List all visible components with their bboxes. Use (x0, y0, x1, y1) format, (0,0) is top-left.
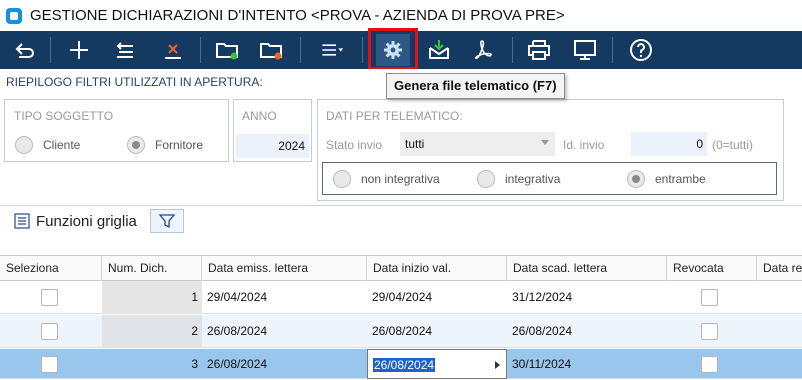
column-header-data-scad[interactable]: Data scad. lettera (507, 256, 667, 281)
anno-label: ANNO (242, 109, 277, 123)
grid-functions-bar: Funzioni griglia (0, 209, 137, 233)
cell-data-emiss: 29/04/2024 (207, 290, 268, 304)
row-revocata-checkbox[interactable] (701, 289, 718, 306)
row-select-checkbox[interactable] (41, 356, 58, 373)
delete-icon (165, 44, 181, 59)
list-icon (14, 213, 30, 229)
print-icon (528, 40, 550, 60)
column-header-data-emiss[interactable]: Data emiss. lettera (202, 256, 367, 281)
anno-group: ANNO 2024 (233, 99, 312, 162)
folder-remove-button[interactable] (254, 34, 288, 66)
tooltip: Genera file telematico (F7) (386, 73, 565, 99)
toolbar-separator (612, 37, 613, 63)
title-bar: GESTIONE DICHIARAZIONI D'INTENTO <PROVA … (0, 0, 802, 31)
menu-icon (322, 44, 344, 56)
tipo-soggetto-label: TIPO SOGGETTO (14, 109, 114, 123)
row-revocata-checkbox[interactable] (701, 323, 718, 340)
app-logo-icon (6, 7, 22, 24)
filter-icon (159, 214, 175, 229)
filter-toggle-button[interactable] (150, 209, 184, 233)
radio-non-integrativa[interactable] (333, 170, 351, 188)
filter-summary-title: RIEPILOGO FILTRI UTILIZZATI IN APERTURA: (6, 75, 263, 89)
cell-data-scad: 30/11/2024 (512, 357, 572, 371)
edit-icon (116, 42, 133, 58)
help-icon (630, 39, 652, 61)
anno-field[interactable]: 2024 (236, 134, 309, 158)
radio-integrativa-label: integrativa (505, 172, 561, 186)
radio-fornitore[interactable] (127, 136, 145, 154)
undo-icon (15, 43, 34, 58)
monitor-icon (574, 40, 596, 60)
print-button[interactable] (522, 34, 556, 66)
pdf-icon (474, 40, 492, 60)
monitor-button[interactable] (568, 34, 602, 66)
cell-num-dich: 3 (191, 357, 198, 371)
cell-data-inizio-value: 26/08/2024 (373, 358, 436, 372)
row-revocata-checkbox[interactable] (701, 356, 718, 373)
folder-orange-icon (260, 43, 282, 60)
help-button[interactable] (624, 34, 658, 66)
radio-integrativa[interactable] (477, 170, 495, 188)
folder-green-icon (216, 43, 238, 60)
add-icon (70, 41, 88, 59)
data-grid: Seleziona Num. Dich. Data emiss. lettera… (0, 255, 802, 379)
column-header-data-revoca[interactable]: Data re (757, 256, 802, 281)
cell-num-dich: 1 (102, 281, 202, 314)
toolbar-separator (362, 37, 363, 63)
cell-data-scad: 31/12/2024 (512, 290, 573, 304)
grid-functions-button[interactable]: Funzioni griglia (0, 209, 137, 233)
column-header-num-dich[interactable]: Num. Dich. (102, 256, 202, 281)
menu-button[interactable] (312, 34, 352, 66)
column-header-seleziona[interactable]: Seleziona (0, 256, 102, 281)
folder-new-button[interactable] (210, 34, 244, 66)
tipo-soggetto-group: TIPO SOGGETTO Cliente Fornitore (4, 99, 229, 162)
cell-data-inizio-editor[interactable]: 26/08/2024 (367, 349, 507, 379)
radio-non-integrativa-label: non integrativa (361, 172, 440, 186)
pdf-button[interactable] (466, 34, 500, 66)
chevron-right-icon[interactable] (495, 361, 500, 369)
cell-data-inizio: 29/04/2024 (372, 290, 433, 304)
table-row-selected[interactable]: 3 26/08/2024 26/08/2024 30/11/2024 (0, 349, 802, 379)
grid-header: Seleziona Num. Dich. Data emiss. lettera… (0, 256, 802, 281)
grid-functions-label: Funzioni griglia (36, 212, 137, 230)
dati-telematico-label: DATI PER TELEMATICO: (326, 109, 463, 123)
toolbar-separator (512, 37, 513, 63)
stato-invio-label: Stato invio (326, 138, 383, 152)
radio-entrambe[interactable] (627, 170, 645, 188)
radio-entrambe-label: entrambe (655, 172, 706, 186)
integrativa-options: non integrativa integrativa entrambe (322, 162, 777, 195)
toolbar-separator (300, 37, 301, 63)
dati-telematico-group: DATI PER TELEMATICO: Stato invio tutti I… (317, 99, 784, 201)
add-button[interactable] (62, 34, 96, 66)
id-invio-field[interactable]: 0 (631, 132, 707, 156)
cell-data-inizio: 26/08/2024 (372, 324, 433, 338)
column-header-data-inizio[interactable]: Data inizio val. (367, 256, 507, 281)
chevron-down-icon (541, 140, 549, 145)
undo-button[interactable] (8, 34, 42, 66)
window-title: GESTIONE DICHIARAZIONI D'INTENTO <PROVA … (30, 7, 565, 24)
column-header-revocata[interactable]: Revocata (667, 256, 757, 281)
radio-cliente-label: Cliente (43, 138, 81, 152)
id-invio-label: Id. invio (563, 138, 605, 152)
edit-button[interactable] (108, 34, 142, 66)
row-select-checkbox[interactable] (41, 289, 58, 306)
id-invio-hint: (0=tutti) (712, 138, 754, 152)
table-row[interactable]: 1 29/04/2024 29/04/2024 31/12/2024 (0, 281, 802, 314)
table-row[interactable]: 2 26/08/2024 26/08/2024 26/08/2024 (0, 315, 802, 348)
cell-num-dich: 2 (102, 315, 202, 348)
cell-data-emiss: 26/08/2024 (207, 324, 268, 338)
download-mail-button[interactable] (422, 34, 456, 66)
stato-invio-select[interactable]: tutti (400, 132, 555, 156)
row-select-checkbox[interactable] (41, 323, 58, 340)
radio-cliente[interactable] (15, 136, 33, 154)
radio-fornitore-label: Fornitore (155, 138, 204, 152)
cell-data-scad: 26/08/2024 (512, 324, 573, 338)
toolbar-separator (50, 37, 51, 63)
cell-data-emiss: 26/08/2024 (207, 357, 268, 371)
toolbar-separator (200, 37, 201, 63)
stato-invio-value: tutti (405, 137, 425, 151)
download-icon (429, 40, 449, 59)
delete-button[interactable] (156, 34, 190, 66)
highlight-frame (368, 28, 418, 70)
